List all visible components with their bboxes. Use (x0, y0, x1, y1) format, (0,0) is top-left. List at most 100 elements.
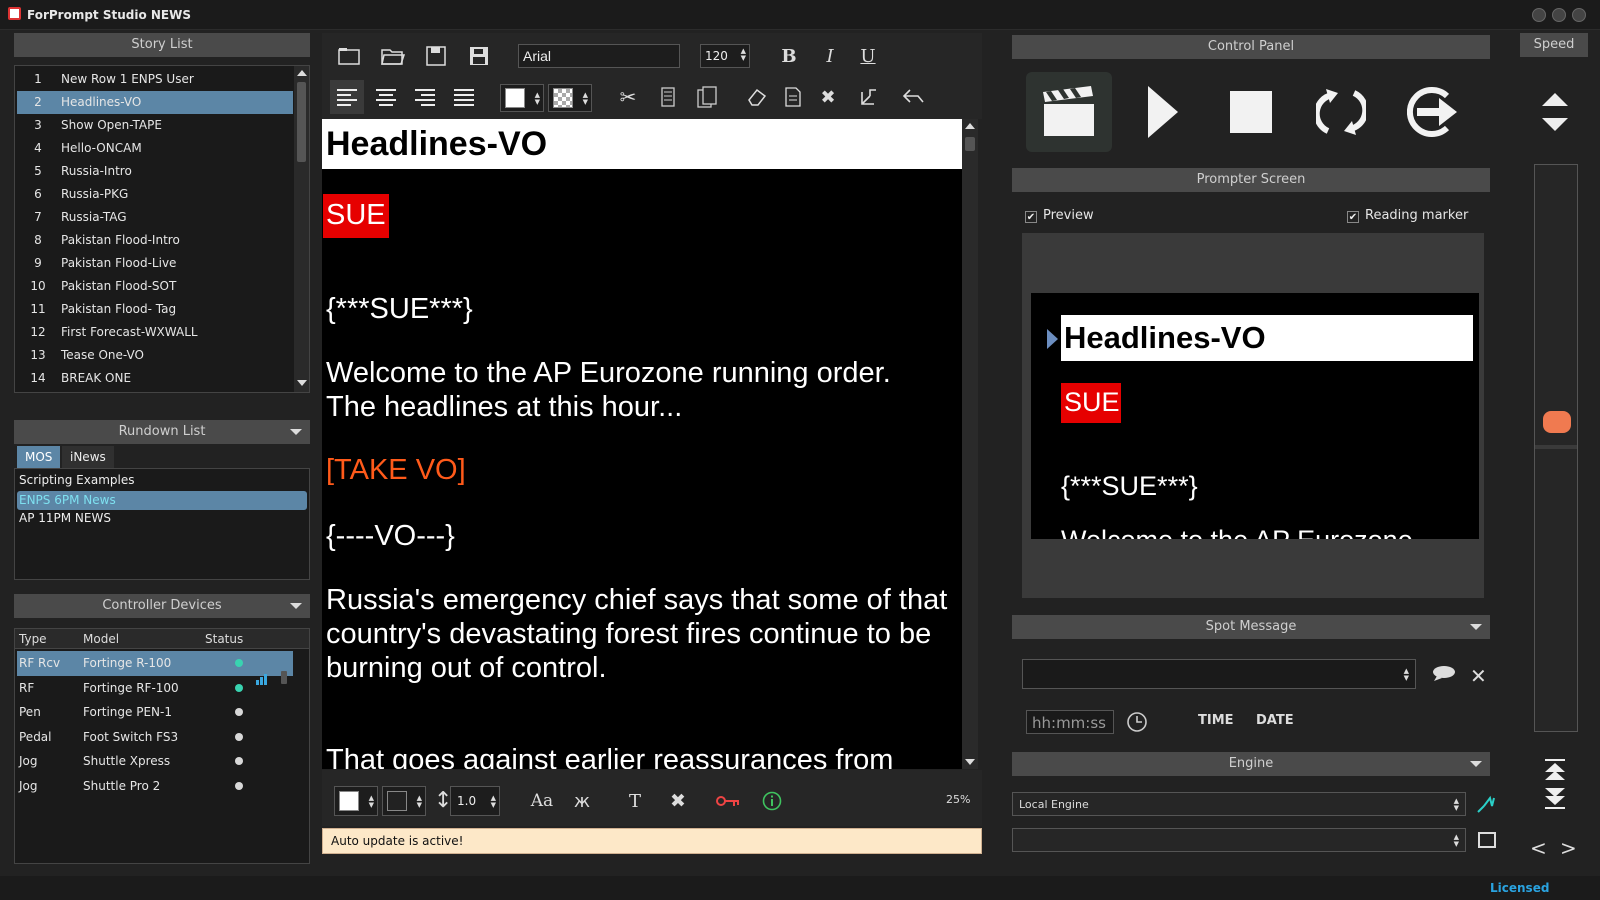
clock-icon[interactable] (1126, 711, 1148, 733)
table-row[interactable]: Pen Fortinge PEN-1 (17, 700, 293, 725)
story-row[interactable]: 2 Headlines-VO (17, 91, 293, 114)
tools-icon[interactable]: ✖ (661, 784, 695, 818)
story-row[interactable]: 7 Russia-TAG (17, 206, 293, 229)
stepper-arrows-icon[interactable]: ▲ ▼ (741, 48, 746, 62)
scroll-down-icon[interactable] (297, 380, 307, 386)
special-char-icon[interactable]: ж (565, 784, 599, 818)
chevron-down-icon[interactable] (1470, 624, 1482, 630)
align-center-icon[interactable] (369, 80, 403, 114)
script-editor[interactable]: Headlines-VO SUE {***SUE***} Welcome to … (322, 119, 962, 769)
time-button[interactable]: TIME (1198, 713, 1234, 728)
story-list-scrollbar[interactable] (294, 66, 309, 392)
delete-icon[interactable]: ✖ (811, 80, 845, 114)
next-icon[interactable]: > (1560, 836, 1577, 860)
eraser-icon[interactable] (740, 80, 774, 114)
text-style-button[interactable]: T (618, 784, 652, 818)
story-row[interactable]: 10 Pakistan Flood-SOT (17, 275, 293, 298)
editor-scroll-thumb[interactable] (965, 137, 975, 151)
document-icon[interactable] (776, 80, 810, 114)
highlight-color-select[interactable]: ▲ ▼ (334, 786, 378, 816)
speed-slider[interactable] (1534, 164, 1578, 732)
import-icon[interactable] (897, 80, 931, 114)
key-icon[interactable] (711, 784, 745, 818)
engine-header[interactable]: Engine (1012, 752, 1490, 776)
prev-icon[interactable]: < (1530, 836, 1547, 860)
table-row[interactable]: Jog Shuttle Xpress (17, 749, 293, 774)
connect-icon[interactable] (1476, 794, 1496, 814)
stop-button[interactable] (1208, 72, 1294, 152)
table-row[interactable]: Pedal Foot Switch FS3 (17, 725, 293, 750)
stepper-arrows-icon[interactable]: ▲ ▼ (417, 795, 422, 809)
underline-button[interactable]: U (851, 39, 885, 73)
rundown-item[interactable]: AP 11PM NEWS (19, 511, 111, 525)
preview-checkbox[interactable]: ✔ Preview (1025, 208, 1094, 223)
new-file-icon[interactable] (332, 39, 366, 73)
story-list-scroll-thumb[interactable] (297, 82, 306, 162)
line-spacing-stepper[interactable]: 1.0 ▲ ▼ (450, 786, 500, 816)
story-row[interactable]: 9 Pakistan Flood-Live (17, 252, 293, 275)
reload-button[interactable] (1298, 72, 1384, 152)
table-row[interactable]: RF Fortinge RF-100 (17, 676, 293, 701)
stepper-arrows-icon[interactable]: ▲ ▼ (1454, 834, 1459, 848)
story-row[interactable]: 5 Russia-Intro (17, 160, 293, 183)
story-row[interactable]: 4 Hello-ONCAM (17, 137, 293, 160)
story-row[interactable]: 12 First Forecast-WXWALL (17, 321, 293, 344)
save-icon[interactable] (419, 39, 453, 73)
stepper-arrows-icon[interactable]: ▲ ▼ (491, 795, 496, 809)
scroll-down-icon[interactable] (965, 759, 975, 765)
open-folder-icon[interactable] (376, 39, 410, 73)
secondary-select[interactable]: ▲ ▼ (1012, 828, 1466, 852)
speed-arrows[interactable] (1540, 90, 1570, 134)
italic-button[interactable]: I (813, 39, 847, 73)
story-row[interactable]: 11 Pakistan Flood- Tag (17, 298, 293, 321)
copy-icon[interactable] (651, 80, 685, 114)
chevron-down-icon[interactable] (290, 429, 302, 435)
paste-icon[interactable] (690, 80, 724, 114)
close-button[interactable] (1572, 8, 1586, 22)
tab-mos[interactable]: MOS (17, 446, 61, 468)
story-row[interactable]: 6 Russia-PKG (17, 183, 293, 206)
play-button[interactable] (1120, 72, 1206, 152)
chevron-down-icon[interactable] (1470, 761, 1482, 767)
table-row[interactable]: RF Rcv Fortinge R-100 (17, 651, 293, 676)
font-size-stepper[interactable]: 120 ▲ ▼ (700, 44, 750, 68)
stepper-arrows-icon[interactable]: ▲ ▼ (369, 795, 374, 809)
cut-icon[interactable]: ✂ (611, 80, 645, 114)
story-row[interactable]: 3 Show Open-TAPE (17, 114, 293, 137)
jump-buttons[interactable] (1542, 758, 1568, 810)
align-right-icon[interactable] (408, 80, 442, 114)
engine-select[interactable]: Local Engine ▲ ▼ (1012, 792, 1466, 816)
story-row[interactable]: 14 BREAK ONE (17, 367, 293, 390)
scroll-up-icon[interactable] (297, 70, 307, 76)
time-input[interactable]: hh:mm:ss (1026, 710, 1114, 734)
page-color-select[interactable]: ▲ ▼ (382, 786, 426, 816)
chevron-down-icon[interactable] (290, 603, 302, 609)
stepper-arrows-icon[interactable]: ▲ ▼ (535, 92, 540, 106)
maximize-button[interactable] (1552, 8, 1566, 22)
change-case-button[interactable]: Aa (525, 784, 559, 818)
editor-scrollbar[interactable] (962, 119, 978, 769)
bold-button[interactable]: B (772, 39, 806, 73)
window-icon[interactable] (1478, 832, 1496, 848)
minimize-button[interactable] (1532, 8, 1546, 22)
story-row[interactable]: 13 Tease One-VO (17, 344, 293, 367)
reading-marker-checkbox[interactable]: ✔ Reading marker (1347, 208, 1468, 223)
date-button[interactable]: DATE (1256, 713, 1294, 728)
scroll-up-icon[interactable] (965, 123, 975, 129)
send-message-button[interactable] (1432, 664, 1458, 684)
table-row[interactable]: Jog Shuttle Pro 2 (17, 774, 293, 799)
export-icon[interactable] (854, 80, 888, 114)
align-left-icon[interactable] (330, 80, 364, 114)
text-color-select[interactable]: ▲ ▼ (500, 84, 544, 112)
clear-message-button[interactable]: ✕ (1470, 664, 1487, 688)
story-row[interactable]: 8 Pakistan Flood-Intro (17, 229, 293, 252)
save-as-icon[interactable] (462, 39, 496, 73)
tab-inews[interactable]: iNews (62, 446, 114, 468)
background-color-select[interactable]: ▲ ▼ (548, 84, 592, 112)
speed-slider-knob[interactable] (1543, 411, 1571, 433)
rundown-list-header[interactable]: Rundown List (14, 420, 310, 444)
clapperboard-button[interactable] (1026, 72, 1112, 152)
controller-devices-header[interactable]: Controller Devices (14, 594, 310, 618)
rundown-item[interactable]: Scripting Examples (19, 473, 135, 487)
stepper-arrows-icon[interactable]: ▲ ▼ (583, 92, 588, 106)
